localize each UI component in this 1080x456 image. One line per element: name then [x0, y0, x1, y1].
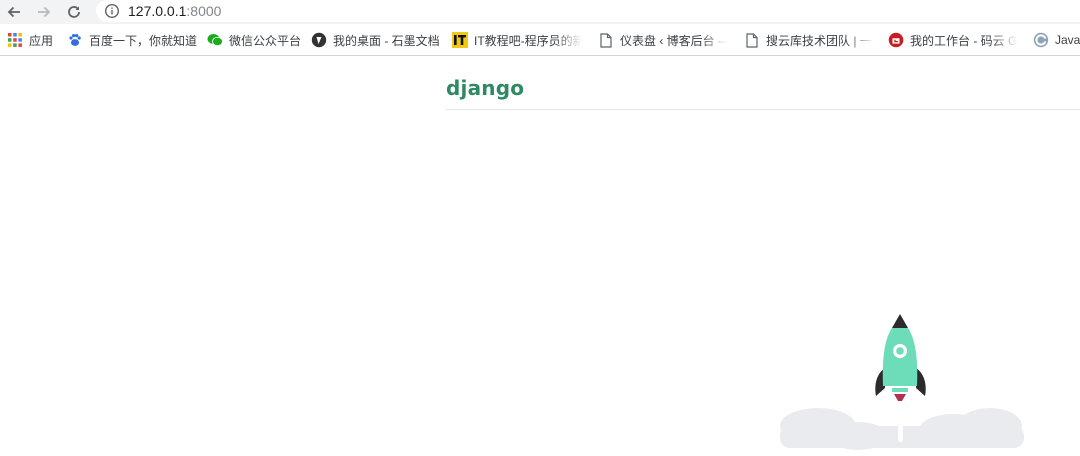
bookmark-label: Java — [1055, 33, 1080, 47]
bookmark-shimo[interactable]: 我的桌面 - 石墨文档 — [311, 24, 440, 56]
gitee-icon — [888, 32, 904, 48]
bookmark-it-tutorial[interactable]: IT教程吧-程序员的新 — [452, 24, 582, 56]
bookmark-label: 我的工作台 - 码云 Gi — [910, 33, 1018, 48]
url-text[interactable]: 127.0.0.1:8000 — [128, 2, 221, 20]
reload-icon — [68, 6, 80, 18]
baidu-paw-icon — [67, 32, 83, 48]
bookmark-label: 微信公众平台 — [229, 33, 302, 48]
forward-button[interactable] — [34, 2, 54, 22]
bookmark-label: 百度一下，你就知道 — [89, 33, 198, 48]
bookmark-java[interactable]: Java — [1033, 24, 1080, 56]
bookmark-wechat[interactable]: 微信公众平台 — [207, 24, 301, 56]
url-host: 127.0.0.1 — [128, 3, 187, 19]
bookmark-apps[interactable]: 应用 — [7, 24, 53, 56]
address-bar[interactable]: 127.0.0.1:8000 — [96, 0, 1080, 22]
c-logo-icon — [1033, 32, 1049, 48]
rocket-illustration — [778, 310, 1028, 450]
bookmark-souyunku[interactable]: 搜云库技术团队 | 一个 — [744, 24, 874, 56]
bookmark-label: 仪表盘 ‹ 博客后台 — — [620, 33, 728, 48]
it-logo-icon — [452, 32, 468, 48]
bookmark-gitee[interactable]: 我的工作台 - 码云 Gi — [888, 24, 1018, 56]
url-port: :8000 — [186, 3, 222, 19]
arrow-left-icon — [7, 6, 20, 18]
site-header: django — [446, 58, 1080, 110]
bookmark-label: 应用 — [29, 33, 54, 48]
rocket-launch-icon — [780, 314, 1024, 450]
wechat-icon — [207, 32, 223, 48]
bookmark-dashboard[interactable]: 仪表盘 ‹ 博客后台 — — [598, 24, 728, 56]
reload-button[interactable] — [64, 2, 84, 22]
arrow-right-icon — [38, 6, 51, 18]
bookmarks-bar: 应用 百度一下，你就知道 微信公众平台 我的桌面 - 石墨文档 IT教程吧-程序… — [0, 24, 1080, 56]
bookmark-baidu[interactable]: 百度一下，你就知道 — [67, 24, 197, 56]
back-button[interactable] — [4, 2, 24, 22]
bookmark-label: IT教程吧-程序员的新 — [474, 33, 582, 48]
browser-toolbar: 127.0.0.1:8000 — [0, 0, 1080, 24]
apps-grid-icon — [7, 32, 23, 48]
info-icon[interactable] — [104, 3, 120, 19]
page-icon — [598, 32, 614, 48]
shimo-icon — [311, 32, 327, 48]
page-icon — [744, 32, 760, 48]
rocket-right-fin — [916, 368, 926, 396]
bookmark-label: 我的桌面 - 石墨文档 — [333, 33, 440, 48]
django-logo-link[interactable]: django — [446, 76, 524, 100]
bookmark-label: 搜云库技术团队 | 一个 — [766, 33, 874, 48]
